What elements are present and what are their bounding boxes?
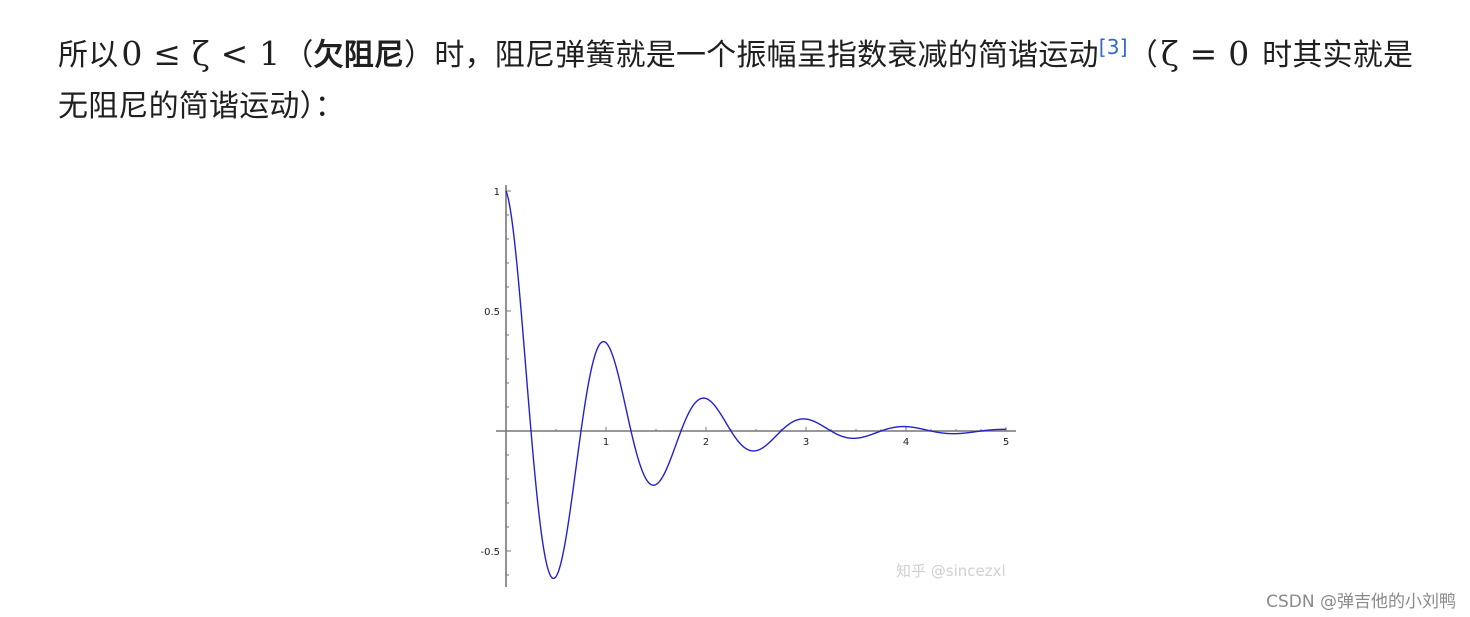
image-watermark: 知乎 @sincezxl (896, 562, 1006, 580)
page-watermark: CSDN @弹吉他的小刘鸭 (1266, 592, 1456, 612)
x-tick-label: 5 (1003, 437, 1009, 448)
damped-oscillation-chart: 1 2 3 4 5 1 0.5 -0.5 (480, 185, 1016, 587)
y-tick-label: 1 (494, 187, 500, 198)
y-tick-label: 0.5 (484, 307, 500, 318)
x-tick-label: 3 (803, 437, 809, 448)
x-tick-label: 2 (703, 437, 709, 448)
x-tick-label: 4 (903, 437, 909, 448)
series-line (505, 190, 1006, 580)
x-tick-label: 1 (603, 437, 609, 448)
y-tick-label: -0.5 (480, 547, 500, 558)
